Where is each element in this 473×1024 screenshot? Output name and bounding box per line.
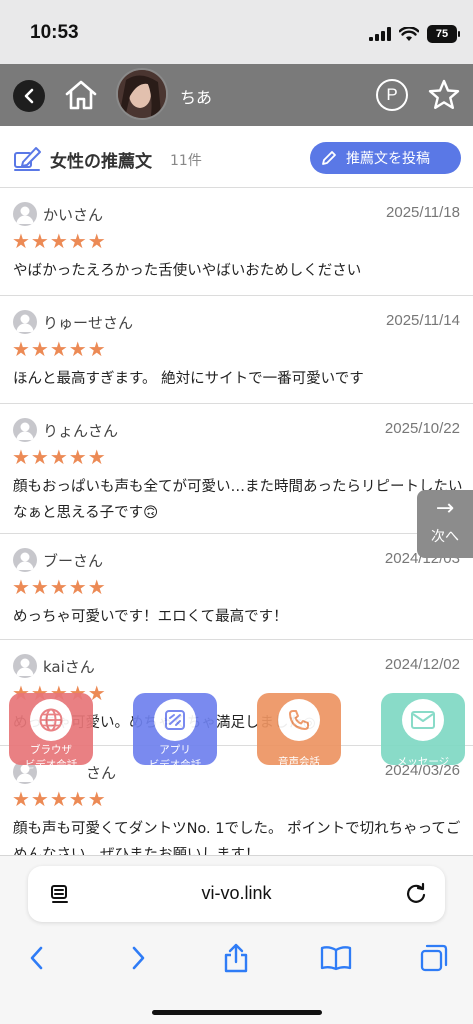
review-author: かいさん	[43, 206, 104, 224]
review-rating: ★★★★★	[12, 575, 107, 599]
fab-label: ブラウザ ビデオ会話	[9, 743, 93, 773]
browser-bottom-bar: vi-vo.link	[0, 855, 473, 1024]
pencil-icon	[322, 151, 336, 165]
fab-icon-circle	[402, 699, 444, 741]
fab-label-line: ビデオ会話	[148, 759, 202, 771]
fab-label: 音声会話	[278, 756, 320, 768]
browser-back-button[interactable]	[17, 938, 57, 978]
book-icon	[320, 946, 352, 971]
review-rating: ★★★★★	[12, 229, 107, 253]
fab-label-line: ブラウザ	[30, 744, 72, 756]
address-bar[interactable]: vi-vo.link	[28, 866, 445, 922]
recommendation-section-header: 女性の推薦文 11件 推薦文を投稿	[0, 126, 473, 188]
home-indicator	[152, 1010, 322, 1015]
back-button[interactable]	[13, 80, 45, 112]
review-author: りょんさん	[43, 422, 119, 440]
profile-header: ちあ P	[0, 64, 473, 126]
battery-icon: 75	[427, 25, 460, 43]
review-rating: ★★★★★	[12, 445, 107, 469]
review-text: 顔もおっぱいも声も全てが可愛い…また時間あったらリピートしたいなぁと思える子です…	[13, 479, 463, 521]
wifi-icon	[399, 26, 419, 41]
tabs-button[interactable]	[414, 938, 454, 978]
app-video-call-button[interactable]: アプリ ビデオ会話	[133, 693, 217, 771]
status-icons: 75	[369, 24, 460, 44]
fab-icon-circle	[278, 699, 320, 741]
review-date: 2025/11/18	[386, 204, 460, 221]
share-button[interactable]	[216, 938, 256, 978]
review-text: やばかったえろかった舌使いやばいおためしください	[13, 263, 362, 279]
next-button-label: 次へ	[431, 529, 459, 545]
review-date: 2025/11/14	[386, 312, 460, 329]
review-author: りゅーせさん	[43, 314, 134, 332]
share-icon	[224, 943, 248, 973]
fab-label: アプリ ビデオ会話	[133, 743, 217, 773]
status-time: 10:53	[30, 22, 79, 43]
avatar[interactable]	[116, 68, 168, 120]
tabs-icon	[420, 944, 448, 972]
post-recommendation-button[interactable]: 推薦文を投稿	[310, 142, 461, 174]
review-date: 2025/10/22	[384, 420, 460, 437]
review-date: 2024/12/02	[384, 656, 460, 673]
review-item: かいさん 2025/11/18 ★★★★★ やばかったえろかった舌使いやばいおた…	[0, 188, 473, 296]
review-text: めっちゃ可愛いです！エロくて最高です！	[13, 609, 288, 625]
next-button[interactable]: → 次へ	[417, 490, 473, 558]
bookmarks-button[interactable]	[316, 938, 356, 978]
chevron-left-icon	[30, 946, 43, 970]
status-bar: 10:53 75	[0, 0, 473, 64]
app-icon	[165, 710, 185, 730]
pen-icon	[14, 147, 41, 171]
home-icon[interactable]	[63, 78, 99, 112]
signal-icon	[369, 27, 391, 41]
review-author: kaiさん	[43, 658, 95, 676]
user-icon	[13, 310, 37, 334]
phone-icon	[289, 710, 309, 730]
user-icon	[13, 418, 37, 442]
section-count: 11件	[170, 153, 202, 169]
review-author: ブーさん	[43, 552, 104, 570]
user-icon	[13, 654, 37, 678]
browser-forward-button[interactable]	[118, 938, 158, 978]
review-text: ほんと最高すぎます。 絶対にサイトで一番可愛いです	[13, 371, 364, 387]
review-rating: ★★★★★	[12, 337, 107, 361]
post-button-label: 推薦文を投稿	[346, 151, 430, 167]
fab-label-line: ビデオ会話	[24, 759, 78, 771]
star-favorite-icon[interactable]	[427, 78, 461, 112]
fab-icon-circle	[30, 699, 72, 741]
message-button[interactable]: メッセージ	[381, 693, 465, 768]
review-item: ブーさん 2024/12/03 ★★★★★ めっちゃ可愛いです！エロくて最高です…	[0, 534, 473, 640]
fab-label: メッセージ	[396, 756, 450, 768]
review-text: 顔も声も可愛くてダントツNo. 1でした。 ポイントで切れちゃってごめんなさい、…	[13, 821, 461, 855]
user-icon	[13, 202, 37, 226]
section-title: 女性の推薦文	[50, 152, 152, 172]
user-icon	[13, 548, 37, 572]
arrow-right-icon: →	[435, 496, 455, 521]
browser-video-call-button[interactable]: ブラウザ ビデオ会話	[9, 693, 93, 771]
review-item: りょんさん 2025/10/22 ★★★★★ 顔もおっぱいも声も全てが可愛い…ま…	[0, 404, 473, 534]
reload-icon[interactable]	[403, 881, 429, 907]
fab-icon-circle	[154, 699, 196, 741]
envelope-icon	[411, 711, 435, 729]
chevron-right-icon	[132, 946, 145, 970]
point-button[interactable]: P	[376, 79, 408, 111]
review-rating: ★★★★★	[12, 787, 107, 811]
fab-label-line: アプリ	[159, 744, 191, 756]
avatar-image	[118, 70, 166, 118]
globe-icon	[39, 708, 63, 732]
voice-call-button[interactable]: 音声会話	[257, 693, 341, 768]
url-text: vi-vo.link	[201, 883, 272, 903]
chevron-left-icon	[24, 88, 34, 104]
review-item: りゅーせさん 2025/11/14 ★★★★★ ほんと最高すぎます。 絶対にサイ…	[0, 296, 473, 404]
profile-name: ちあ	[180, 88, 213, 107]
